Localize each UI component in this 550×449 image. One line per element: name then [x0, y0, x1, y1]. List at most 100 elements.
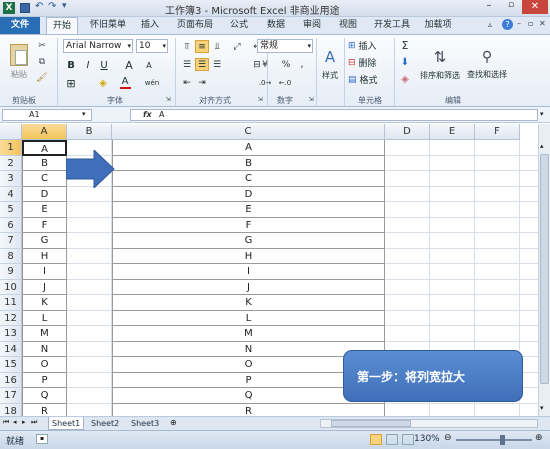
row-header[interactable]: 8 [0, 248, 22, 264]
cell-a2[interactable]: B [22, 155, 67, 171]
sheet-tab-sheet1[interactable]: Sheet1 [48, 417, 85, 430]
scroll-down-icon[interactable]: ▾ [540, 404, 544, 412]
cell-a17[interactable]: Q [22, 388, 67, 404]
row-header[interactable]: 9 [0, 264, 22, 280]
align-middle-icon[interactable]: ≡ [195, 40, 209, 53]
tab-classic-menu[interactable]: 怀旧菜单 [84, 17, 132, 34]
cell-a3[interactable]: C [22, 171, 67, 187]
comma-button[interactable]: , [296, 58, 308, 71]
cell-a13[interactable]: M [22, 326, 67, 342]
insert-cells-button[interactable]: ⊞ 插入 [348, 39, 392, 53]
row-header[interactable]: 7 [0, 233, 22, 249]
cell-c11[interactable]: K [112, 295, 385, 311]
cell-a8[interactable]: H [22, 248, 67, 264]
name-box[interactable]: A1 [2, 109, 92, 121]
row-header[interactable]: 3 [0, 171, 22, 187]
cell-c7[interactable]: G [112, 233, 385, 249]
column-header-b[interactable]: B [67, 124, 112, 140]
percent-button[interactable]: % [280, 58, 292, 71]
scroll-thumb[interactable] [540, 154, 549, 384]
tab-addins[interactable]: 加载项 [420, 17, 456, 34]
cell-c8[interactable]: H [112, 248, 385, 264]
sheet-nav-prev-icon[interactable]: ◂ [13, 418, 17, 426]
redo-icon[interactable]: ↷ [48, 1, 56, 12]
zoom-out-icon[interactable]: ⊖ [444, 433, 452, 443]
column-header-e[interactable]: E [430, 124, 475, 140]
horizontal-scrollbar[interactable] [320, 419, 538, 428]
formula-expand-icon[interactable]: ▾ [540, 110, 544, 118]
paste-button[interactable]: 粘贴 [4, 39, 34, 85]
tab-file[interactable]: 文件 [0, 17, 40, 34]
fill-icon[interactable]: ⬇ [398, 56, 412, 69]
cell-a12[interactable]: L [22, 310, 67, 326]
chevron-down-icon[interactable]: ▾ [162, 40, 166, 52]
underline-button[interactable]: U [97, 58, 111, 72]
sheet-tab-sheet2[interactable]: Sheet2 [88, 417, 122, 430]
tab-home[interactable]: 开始 [46, 17, 78, 34]
row-header[interactable]: 10 [0, 279, 22, 295]
ribbon-minimize-icon[interactable]: ▵ [488, 20, 492, 29]
currency-icon[interactable]: ¥ [258, 58, 272, 71]
cut-icon[interactable]: ✂ [36, 40, 48, 52]
workbook-close-button[interactable]: ✕ [539, 19, 546, 28]
macro-record-icon[interactable]: ▪ [36, 434, 48, 444]
row-header[interactable]: 14 [0, 341, 22, 357]
sort-filter-button[interactable]: ⇅ 排序和筛选 [418, 39, 462, 89]
select-all-corner[interactable] [0, 124, 22, 140]
cell-c12[interactable]: L [112, 310, 385, 326]
maximize-button[interactable]: ▫ [500, 0, 522, 14]
zoom-slider-handle[interactable] [500, 435, 505, 445]
row-header[interactable]: 4 [0, 186, 22, 202]
row-header[interactable]: 16 [0, 372, 22, 388]
tab-page-layout[interactable]: 页面布局 [172, 17, 218, 34]
font-decrease-button[interactable]: A [142, 58, 156, 72]
name-box-dropdown-icon[interactable]: ▾ [82, 110, 86, 118]
cell-c4[interactable]: D [112, 186, 385, 202]
sheet-nav-last-icon[interactable]: ⏭ [31, 418, 37, 427]
sheet-nav-next-icon[interactable]: ▸ [22, 418, 26, 426]
number-format-box[interactable]: 常规 ▾ [257, 39, 313, 53]
fill-color-icon[interactable]: ◈ [96, 76, 110, 90]
row-header[interactable]: 13 [0, 326, 22, 342]
cell-a5[interactable]: E [22, 202, 67, 218]
font-name-box[interactable]: Arial Narrow ▾ [63, 39, 133, 53]
cell-a9[interactable]: I [22, 264, 67, 280]
cell-c13[interactable]: M [112, 326, 385, 342]
increase-decimal-icon[interactable]: .0→ [258, 76, 272, 89]
cell-c3[interactable]: C [112, 171, 385, 187]
decrease-indent-icon[interactable]: ⇤ [180, 76, 194, 89]
cell-c2[interactable]: B [112, 155, 385, 171]
column-header-f[interactable]: F [475, 124, 520, 140]
cell-a7[interactable]: G [22, 233, 67, 249]
sheet-tab-sheet3[interactable]: Sheet3 [128, 417, 162, 430]
clear-icon[interactable]: ◈ [398, 73, 412, 86]
fx-icon[interactable]: fx [143, 110, 152, 119]
find-select-button[interactable]: ⚲ 查找和选择 [464, 39, 510, 89]
format-cells-button[interactable]: ▤ 格式 [348, 73, 392, 87]
phonetic-button[interactable]: wén [143, 76, 161, 90]
vertical-scrollbar[interactable]: ▴ ▾ [538, 124, 550, 416]
italic-button[interactable]: I [81, 58, 95, 72]
formula-input[interactable]: A [130, 109, 538, 121]
autosum-icon[interactable]: Σ [398, 39, 412, 52]
cell-a4[interactable]: D [22, 186, 67, 202]
normal-view-button[interactable] [370, 434, 382, 445]
page-layout-view-button[interactable] [386, 434, 398, 445]
delete-cells-button[interactable]: ⊟ 删除 [348, 56, 392, 70]
cell-a14[interactable]: N [22, 341, 67, 357]
column-header-a[interactable]: A [22, 124, 67, 140]
close-button[interactable]: ✕ [522, 0, 548, 14]
cell-a6[interactable]: F [22, 217, 67, 233]
cell-a15[interactable]: O [22, 357, 67, 373]
tab-review[interactable]: 审阅 [298, 17, 326, 34]
zoom-in-icon[interactable]: ⊕ [535, 433, 543, 443]
cell-c5[interactable]: E [112, 202, 385, 218]
row-header[interactable]: 2 [0, 155, 22, 171]
minimize-button[interactable]: – [478, 0, 500, 14]
tab-insert[interactable]: 插入 [136, 17, 164, 34]
font-size-box[interactable]: 10 ▾ [136, 39, 168, 53]
font-color-button[interactable]: A [118, 76, 132, 90]
cell-a11[interactable]: K [22, 295, 67, 311]
undo-icon[interactable]: ↶ [35, 1, 43, 12]
tab-developer[interactable]: 开发工具 [370, 17, 414, 34]
